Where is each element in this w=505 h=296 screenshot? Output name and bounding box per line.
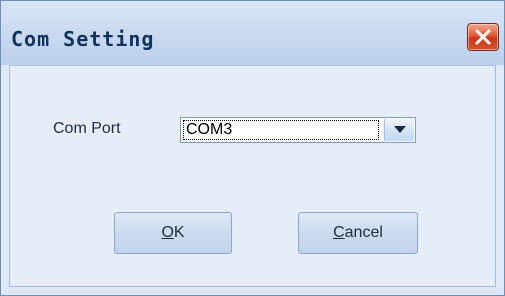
ok-mnemonic: O	[161, 224, 174, 241]
com-port-dropdown-button[interactable]	[384, 119, 414, 141]
close-button[interactable]	[467, 23, 499, 51]
window-title: Com Setting	[11, 27, 155, 51]
chevron-down-icon	[394, 126, 406, 133]
cancel-label-rest: ancel	[344, 224, 383, 241]
close-icon	[475, 29, 491, 45]
cancel-button[interactable]: Cancel	[298, 212, 418, 254]
com-setting-dialog: Com Setting Com Port COM3 OK Cancel	[0, 0, 505, 296]
title-bar[interactable]: Com Setting	[1, 1, 504, 65]
dialog-body: Com Port COM3 OK Cancel	[9, 65, 496, 287]
ok-label-rest: K	[173, 224, 185, 241]
com-port-value: COM3	[183, 120, 379, 140]
cancel-mnemonic: C	[333, 224, 345, 241]
ok-button[interactable]: OK	[114, 212, 232, 254]
com-port-select[interactable]: COM3	[180, 117, 416, 143]
com-port-label: Com Port	[53, 120, 121, 137]
